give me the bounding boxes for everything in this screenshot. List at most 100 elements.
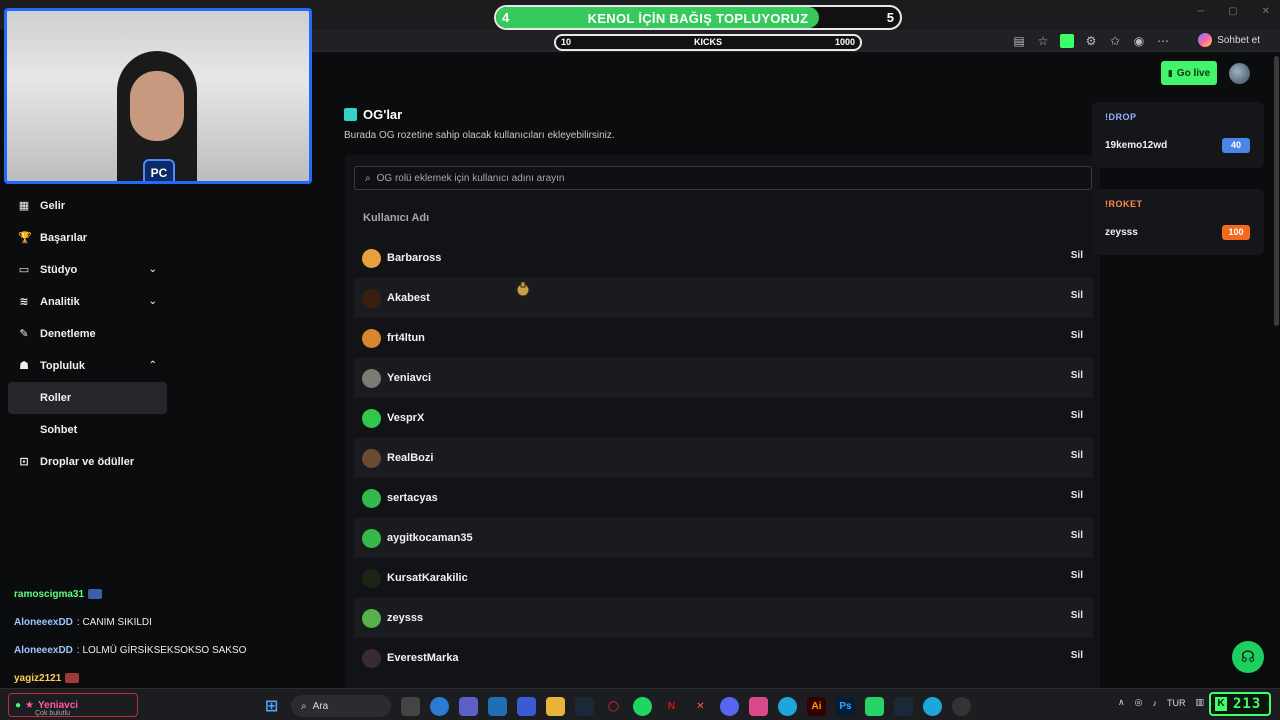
sidebar-item-analitik[interactable]: ≋ Analitik ⌄ xyxy=(0,286,175,318)
store-icon[interactable] xyxy=(517,696,536,716)
delete-og-button[interactable]: Sil xyxy=(1071,370,1083,381)
minimize-icon[interactable]: ─ xyxy=(1197,6,1204,17)
maximize-icon[interactable]: ▢ xyxy=(1228,6,1237,17)
browser-app-icon[interactable] xyxy=(430,696,449,716)
sidebar-subitem-roller[interactable]: Roller xyxy=(8,382,167,414)
sidebar-item-label: Stüdyo xyxy=(40,264,78,276)
og-username[interactable]: Barbaross xyxy=(387,252,441,264)
og-username[interactable]: sertacyas xyxy=(387,492,438,504)
edge-alt-icon[interactable] xyxy=(923,696,942,716)
support-chat-button[interactable]: ☊ xyxy=(1232,641,1264,673)
sidebar-item-label: Başarılar xyxy=(40,232,88,244)
teams-icon[interactable] xyxy=(459,696,478,716)
kicks-progress-bar: 10 KICKS 1000 xyxy=(554,34,862,51)
sidebar-item-ba-ar-lar[interactable]: 🏆 Başarılar xyxy=(0,222,175,254)
tray-language[interactable]: TUR xyxy=(1167,698,1186,708)
webcam-overlay: PC xyxy=(4,8,312,184)
og-user-row: aygitkocaman35 Sil xyxy=(354,518,1093,558)
opera-icon[interactable]: ◯ xyxy=(604,697,623,716)
folder-icon[interactable] xyxy=(546,696,565,716)
page-scrollbar[interactable] xyxy=(1274,56,1279,326)
og-username[interactable]: frt4ltun xyxy=(387,332,425,344)
favorite-star-icon[interactable]: ☆ xyxy=(1036,34,1050,48)
tray-steam-icon[interactable]: ◎ xyxy=(1135,697,1143,708)
delete-og-button[interactable]: Sil xyxy=(1071,530,1083,541)
edge-icon[interactable] xyxy=(778,696,797,716)
og-user-row: sertacyas Sil xyxy=(354,478,1093,518)
og-username[interactable]: aygitkocaman35 xyxy=(387,532,473,544)
og-username[interactable]: RealBozi xyxy=(387,452,433,464)
sidebar-subitem-sohbet[interactable]: Sohbet xyxy=(0,414,175,446)
og-username[interactable]: zeysss xyxy=(387,612,423,624)
og-search-box[interactable]: ⌕ xyxy=(354,166,1092,190)
task-view-icon[interactable] xyxy=(401,696,420,716)
close-icon[interactable]: ✕ xyxy=(1262,6,1270,17)
x-app-icon[interactable]: ✕ xyxy=(691,697,710,716)
discord-icon[interactable] xyxy=(720,696,739,716)
studio-icon: ▭ xyxy=(18,264,30,276)
og-username[interactable]: VesprX xyxy=(387,412,424,424)
sidebar-item-st-dyo[interactable]: ▭ Stüdyo ⌄ xyxy=(0,254,175,286)
tray-network-icon[interactable]: ▥ xyxy=(1195,697,1204,708)
spotify-icon[interactable] xyxy=(633,696,652,716)
sidebar-item-gelir[interactable]: ▦ Gelir xyxy=(0,190,175,222)
photoshop-icon[interactable]: Ps xyxy=(836,696,855,716)
steam-alt-icon[interactable] xyxy=(894,696,913,716)
og-username[interactable]: Akabest xyxy=(387,292,430,304)
reader-icon[interactable]: ▤ xyxy=(1012,34,1026,48)
chevron-down-icon[interactable]: ⌄ xyxy=(149,296,157,307)
weather-status: Çok bulutlu xyxy=(35,710,71,717)
delete-og-button[interactable]: Sil xyxy=(1071,490,1083,501)
photos-icon[interactable] xyxy=(749,696,768,716)
sidebar-item-label: Denetleme xyxy=(40,328,96,340)
tray-mic-icon[interactable]: ♪ xyxy=(1152,698,1157,708)
netflix-icon[interactable]: N xyxy=(662,697,681,716)
profile-icon[interactable]: ◉ xyxy=(1132,34,1146,48)
stream-user: Yeniavci xyxy=(38,699,79,711)
widget-username: zeysss xyxy=(1105,227,1138,238)
sidebar-item-denetleme[interactable]: ✎ Denetleme xyxy=(0,318,175,350)
og-user-row: RealBozi Sil xyxy=(354,438,1093,478)
taskbar-search[interactable]: ⌕ Ara xyxy=(291,695,391,717)
obs-icon[interactable] xyxy=(952,696,971,716)
taskbar-stream-widget[interactable]: ● ★ Yeniavci Çok bulutlu xyxy=(8,693,138,717)
vscode-icon[interactable] xyxy=(488,696,507,716)
og-user-list: Barbaross Sil Akabest Sil frt4ltun Sil Yeniavc… xyxy=(354,238,1093,678)
widget-username: 19kemo12wd xyxy=(1105,140,1168,151)
chevron-up-icon[interactable]: ⌃ xyxy=(149,360,157,371)
taskbar-search-icon: ⌕ xyxy=(301,700,307,712)
overlay-chat-line: ramoscigma31 xyxy=(14,580,314,608)
og-username[interactable]: EverestMarka xyxy=(387,652,459,664)
og-badge-icon xyxy=(344,108,357,121)
go-live-label: Go live xyxy=(1176,67,1211,79)
delete-og-button[interactable]: Sil xyxy=(1071,250,1083,261)
delete-og-button[interactable]: Sil xyxy=(1071,290,1083,301)
windows-start-icon[interactable]: ⊞ xyxy=(262,697,281,716)
user-avatar[interactable] xyxy=(1229,63,1250,84)
og-username[interactable]: KursatKarakilic xyxy=(387,572,468,584)
more-icon[interactable]: ⋯ xyxy=(1156,34,1170,48)
og-username[interactable]: Yeniavci xyxy=(387,372,431,384)
delete-og-button[interactable]: Sil xyxy=(1071,410,1083,421)
taskbar-apps: ⊞ ⌕ Ara ◯ N ✕ Ai Ps xyxy=(262,695,971,717)
favorites-icon[interactable]: ✩ xyxy=(1108,34,1122,48)
puzzle-icon[interactable]: ⚙ xyxy=(1084,34,1098,48)
delete-og-button[interactable]: Sil xyxy=(1071,330,1083,341)
steam-icon[interactable] xyxy=(575,696,594,716)
copilot-chat-button[interactable]: Sohbet et xyxy=(1198,33,1260,47)
delete-og-button[interactable]: Sil xyxy=(1071,610,1083,621)
whatsapp-icon[interactable] xyxy=(865,696,884,716)
illustrator-icon[interactable]: Ai xyxy=(807,696,826,716)
og-search-input[interactable] xyxy=(376,172,1077,184)
user-avatar-icon xyxy=(362,568,381,588)
chevron-down-icon[interactable]: ⌄ xyxy=(149,264,157,275)
delete-og-button[interactable]: Sil xyxy=(1071,450,1083,461)
delete-og-button[interactable]: Sil xyxy=(1071,570,1083,581)
sidebar-item-droplar[interactable]: ⊡ Droplar ve ödüller xyxy=(0,446,175,478)
tray-chevron-icon[interactable]: ∧ xyxy=(1118,697,1125,708)
sidebar-item-topluluk[interactable]: ☗ Topluluk ⌃ xyxy=(0,350,175,382)
delete-og-button[interactable]: Sil xyxy=(1071,650,1083,661)
overlay-chat-line: AloneeexDD: CANIM SIKILDI xyxy=(14,608,314,636)
extension-icon[interactable] xyxy=(1060,34,1074,48)
go-live-button[interactable]: ▮ Go live xyxy=(1161,61,1217,85)
